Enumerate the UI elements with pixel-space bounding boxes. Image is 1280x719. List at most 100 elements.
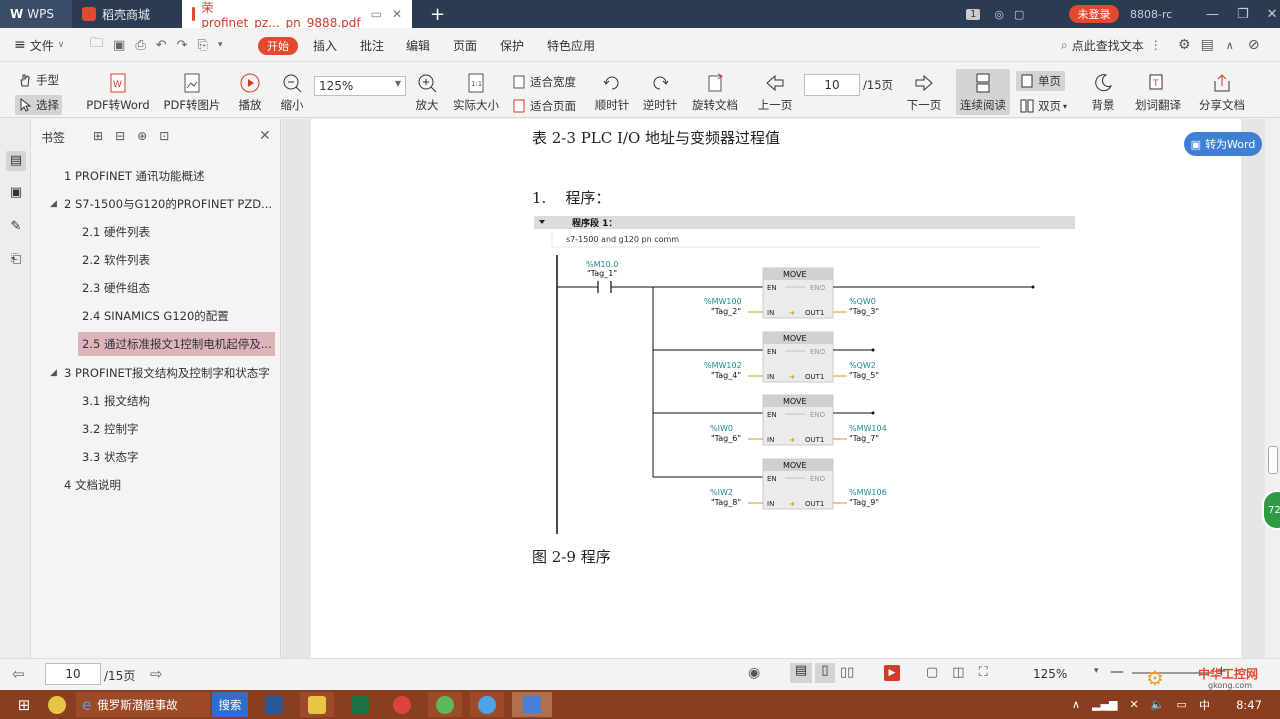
expand-all-icon[interactable]: ⊞ [93,129,115,143]
chrome2-taskbar-icon[interactable] [386,692,418,717]
status-next-icon[interactable]: ⇨ [150,665,163,683]
status-fit-icon[interactable]: ◫ [952,665,978,680]
bookmark-options-icon[interactable]: ⊡ [159,129,181,143]
bookmark-item[interactable]: 2.1 硬件列表 [82,220,274,244]
search-text[interactable]: ⌕ 点此查找文本 ⋮ [1061,28,1162,62]
select-tool[interactable]: 选择 [15,95,62,115]
excel-taskbar-icon[interactable] [344,692,376,717]
zoom-select[interactable]: 125% ▼ [314,76,406,96]
status-page-input[interactable]: 10 [45,663,101,685]
bookmark-item[interactable]: 2.4 SINAMICS G120的配置 [82,304,274,328]
feedback-icon[interactable]: ▢ [1014,8,1024,21]
convert-to-word-button[interactable]: ▣ 转为Word [1184,132,1262,156]
battery-icon[interactable]: ▭ [1177,698,1187,711]
redo-icon[interactable]: ↷ [177,38,188,53]
bookmark-item-selected[interactable]: 2.5 通过标准报文1控制电机起停及... [78,332,275,356]
clock[interactable]: 8:47 [1226,692,1272,717]
export-icon[interactable]: ⎘ [198,38,208,53]
login-button[interactable]: 未登录 [1069,5,1119,23]
no-signal-icon[interactable]: ✕ [1130,698,1139,711]
undo-icon[interactable]: ↶ [156,38,167,53]
rotate-counterclockwise-button[interactable]: 逆时针 [640,72,680,113]
status-actual-size-icon[interactable]: ▢ [926,665,952,680]
status-double-icon[interactable]: ▯▯ [840,665,854,680]
network-icon[interactable]: ▂▄▆ [1092,698,1117,711]
bookmark-item[interactable]: 3 PROFINET报文结构及控制字和状态字 [64,361,276,385]
bookmark-item[interactable]: 4 文档说明 [64,473,274,497]
bookmark-item[interactable]: 3.3 状态字 [82,445,274,469]
menu-protect[interactable]: 保护 [500,28,524,62]
restore-icon[interactable]: ❐ [1237,7,1249,22]
menu-special[interactable]: 特色应用 [547,28,595,62]
next-page-button[interactable]: 下一页 [904,72,944,113]
hand-tool[interactable]: 手型 [18,72,59,88]
single-page-button[interactable]: 单页 [1016,71,1065,91]
bookmark-item[interactable]: 2.2 软件列表 [82,248,274,272]
window-close-icon[interactable]: ✕ [1267,7,1278,22]
bookmark-item[interactable]: 2.3 硬件组态 [82,276,274,300]
skin-icon[interactable]: ◎ [994,8,1004,21]
annotation-icon[interactable]: ✎ [6,219,26,239]
help-icon[interactable]: ⊘ [1248,37,1260,53]
expand-arrow-icon[interactable]: ◢ [50,199,57,209]
scrollbar-thumb[interactable] [1268,446,1278,474]
close-icon[interactable]: ✕ [392,7,402,21]
menu-insert[interactable]: 插入 [313,28,337,62]
tab-docer-store[interactable]: 稻壳商城 [72,0,180,28]
actual-size-button[interactable]: 1:1 实际大小 [450,72,502,113]
bookmark-item[interactable]: 2 S7-1500与G120的PROFINET PZD... [64,192,274,216]
zoom-in-button[interactable]: 放大 [412,72,442,113]
new-tab-button[interactable]: + [420,0,455,28]
windows-start-icon[interactable]: ⊞ [6,692,42,717]
bookmark-item[interactable]: 3.1 报文结构 [82,389,274,413]
volume-icon[interactable]: 🔈 [1151,698,1165,711]
continuous-reading-button[interactable]: 连续阅读 [956,69,1010,115]
add-bookmark-icon[interactable]: ⊕ [137,129,159,143]
menu-edit[interactable]: 编辑 [406,28,430,62]
app-green-taskbar-icon[interactable] [428,692,462,717]
bookmark-item[interactable]: 1 PROFINET 通讯功能概述 [64,164,274,188]
word-taskbar-icon[interactable] [258,692,290,717]
status-prev-icon[interactable]: ⇦ [12,665,25,683]
bookmark-panel-icon[interactable]: ▤ [6,151,26,171]
pdf-to-image-button[interactable]: PDF转图片 [160,72,224,113]
eye-protection-icon[interactable]: ◉ [748,665,760,681]
tab-pdf-document[interactable]: 荣profinet_pz..._pn_9888.pdf ▭ ✕ [182,0,412,30]
status-zoom[interactable]: 125% [1033,667,1067,681]
zoom-minus-icon[interactable]: — [1110,664,1124,680]
status-fullscreen-icon[interactable]: ⛶ [979,665,1002,680]
collapse-all-icon[interactable]: ⊟ [115,129,137,143]
rotate-clockwise-button[interactable]: 顺时针 [592,72,632,113]
tab-pin-icon[interactable]: ▭ [371,7,382,21]
explorer-taskbar-icon[interactable] [300,692,334,717]
floating-badge[interactable]: 72 [1262,490,1280,530]
save-icon[interactable]: ▣ [113,38,125,53]
menu-start[interactable]: 开始 [258,37,298,55]
input-method[interactable]: 中 [1199,697,1210,713]
ie2-taskbar-icon[interactable] [470,692,504,717]
page-number-input[interactable]: 10 [804,74,860,96]
chevron-down-icon[interactable]: ▾ [1094,666,1099,676]
bookmark-item[interactable]: 3.2 控制字 [82,417,274,441]
rotate-document-button[interactable]: 旋转文档 [690,72,740,113]
settings-icon[interactable]: ⚙ [1178,37,1191,53]
menu-page[interactable]: 页面 [453,28,477,62]
minimize-icon[interactable]: — [1206,7,1219,22]
open-icon[interactable]: 🗀 [90,34,103,56]
print-icon[interactable]: ⎙ [135,38,145,53]
file-menu[interactable]: ≡ 文件 ∨ [14,28,64,62]
zoom-out-button[interactable]: 缩小 [278,72,306,113]
menu-annotate[interactable]: 批注 [360,28,384,62]
more-vertical-icon[interactable]: ⋮ [1150,38,1162,52]
wps-taskbar-icon[interactable] [512,692,552,717]
status-continuous-icon[interactable]: ▤ [790,663,812,683]
expand-arrow-icon[interactable]: ◢ [50,368,57,378]
taskbar-search-button[interactable]: 搜索 [212,692,248,717]
translate-button[interactable]: T 划词翻译 [1132,72,1184,113]
play-button[interactable]: 播放 [234,72,266,113]
fit-width-button[interactable]: 适合宽度 [512,74,576,90]
share-document-button[interactable]: 分享文档 [1196,72,1248,113]
background-button[interactable]: 背景 [1086,72,1120,113]
tray-expand-icon[interactable]: ∧ [1072,698,1080,711]
browser-taskbar-item[interactable]: e 俄罗斯潜艇事故 [76,692,210,717]
